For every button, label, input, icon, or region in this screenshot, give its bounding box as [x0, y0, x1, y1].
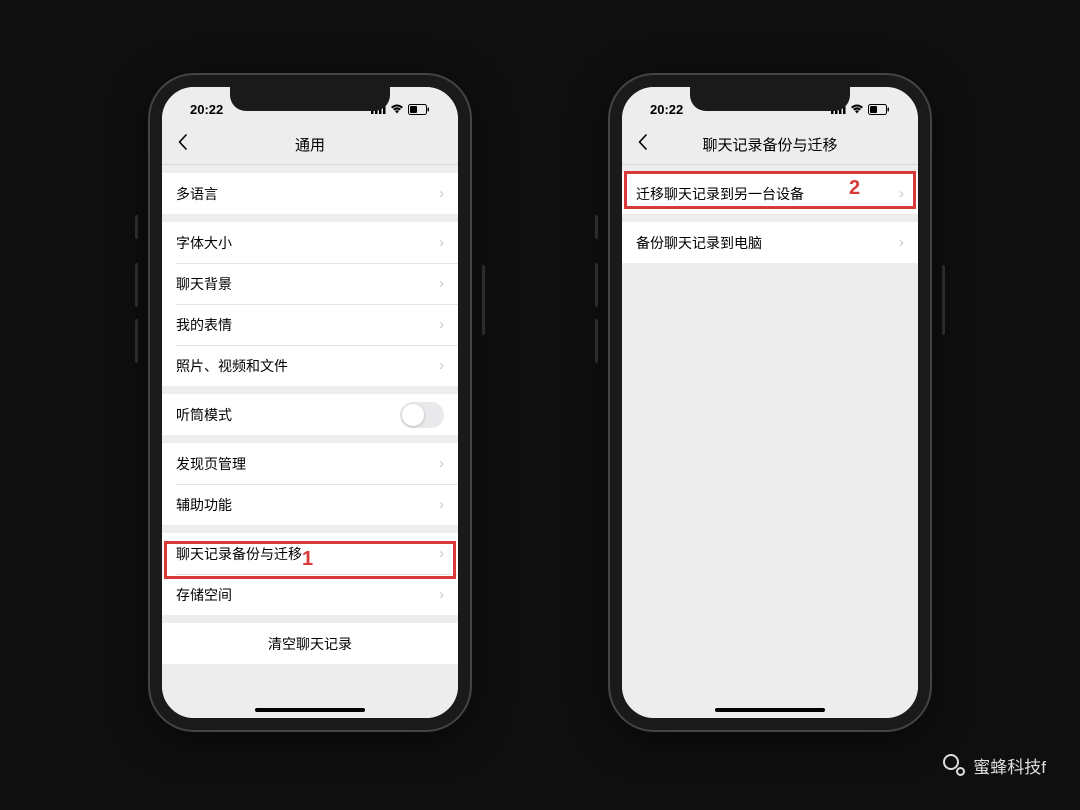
status-time: 20:22 [642, 102, 683, 117]
watermark-text: 蜜蜂科技f [973, 753, 1046, 778]
nav-title: 聊天记录备份与迁移 [702, 134, 837, 155]
row-my-stickers[interactable]: 我的表情 › [162, 304, 458, 345]
highlight-label: 2 [849, 177, 860, 200]
home-indicator[interactable] [255, 708, 365, 712]
chevron-right-icon: › [899, 185, 904, 202]
chevron-right-icon: › [899, 234, 904, 251]
home-indicator[interactable] [715, 708, 825, 712]
watermark: 蜜蜂科技f [941, 753, 1046, 778]
row-migrate-to-device[interactable]: 迁移聊天记录到另一台设备 › [622, 173, 918, 214]
highlight-label: 1 [302, 548, 313, 571]
phone-frame-right: 20:22 聊天记录备份与迁移 [610, 75, 930, 730]
row-accessibility[interactable]: 辅助功能 › [162, 484, 458, 525]
phone-notch [230, 87, 390, 111]
back-button[interactable] [632, 128, 654, 161]
row-label: 辅助功能 [176, 495, 232, 515]
phone-frame-left: 20:22 通用 [150, 75, 470, 730]
chevron-right-icon: › [439, 455, 444, 472]
chevron-right-icon: › [439, 496, 444, 513]
status-time: 20:22 [182, 102, 223, 117]
row-label: 迁移聊天记录到另一台设备 [636, 184, 804, 204]
row-label: 我的表情 [176, 315, 232, 335]
chevron-right-icon: › [439, 185, 444, 202]
row-clear-chat-history[interactable]: 清空聊天记录 [162, 623, 458, 664]
row-discover-page[interactable]: 发现页管理 › [162, 443, 458, 484]
row-label: 备份聊天记录到电脑 [636, 233, 762, 253]
backup-content: 迁移聊天记录到另一台设备 › 备份聊天记录到电脑 › [622, 165, 918, 718]
row-label: 多语言 [176, 184, 218, 204]
wifi-icon [390, 104, 404, 114]
row-label: 发现页管理 [176, 454, 246, 474]
row-storage[interactable]: 存储空间 › [162, 574, 458, 615]
chevron-right-icon: › [439, 234, 444, 251]
nav-title: 通用 [295, 134, 325, 155]
settings-content: 多语言 › 字体大小 › 聊天背景 › 我的表情 › 照片、视频和文件 [162, 165, 458, 718]
row-label: 清空聊天记录 [268, 634, 352, 654]
wifi-icon [850, 104, 864, 114]
wechat-logo-icon [941, 754, 965, 778]
back-button[interactable] [172, 128, 194, 161]
row-chat-background[interactable]: 聊天背景 › [162, 263, 458, 304]
battery-icon [868, 104, 890, 115]
row-label: 存储空间 [176, 585, 232, 605]
chevron-right-icon: › [439, 545, 444, 562]
toggle-switch[interactable] [400, 402, 444, 428]
row-label: 照片、视频和文件 [176, 356, 288, 376]
row-label: 字体大小 [176, 233, 232, 253]
chevron-right-icon: › [439, 586, 444, 603]
battery-icon [408, 104, 430, 115]
phone-notch [690, 87, 850, 111]
chevron-right-icon: › [439, 357, 444, 374]
nav-bar: 聊天记录备份与迁移 [622, 125, 918, 165]
row-earpiece-mode[interactable]: 听筒模式 [162, 394, 458, 435]
row-label: 听筒模式 [176, 405, 232, 425]
nav-bar: 通用 [162, 125, 458, 165]
row-backup-to-computer[interactable]: 备份聊天记录到电脑 › [622, 222, 918, 263]
row-multi-language[interactable]: 多语言 › [162, 173, 458, 214]
row-font-size[interactable]: 字体大小 › [162, 222, 458, 263]
row-label: 聊天背景 [176, 274, 232, 294]
chevron-right-icon: › [439, 316, 444, 333]
row-label: 聊天记录备份与迁移 [176, 544, 302, 564]
row-photos-videos-files[interactable]: 照片、视频和文件 › [162, 345, 458, 386]
chevron-right-icon: › [439, 275, 444, 292]
